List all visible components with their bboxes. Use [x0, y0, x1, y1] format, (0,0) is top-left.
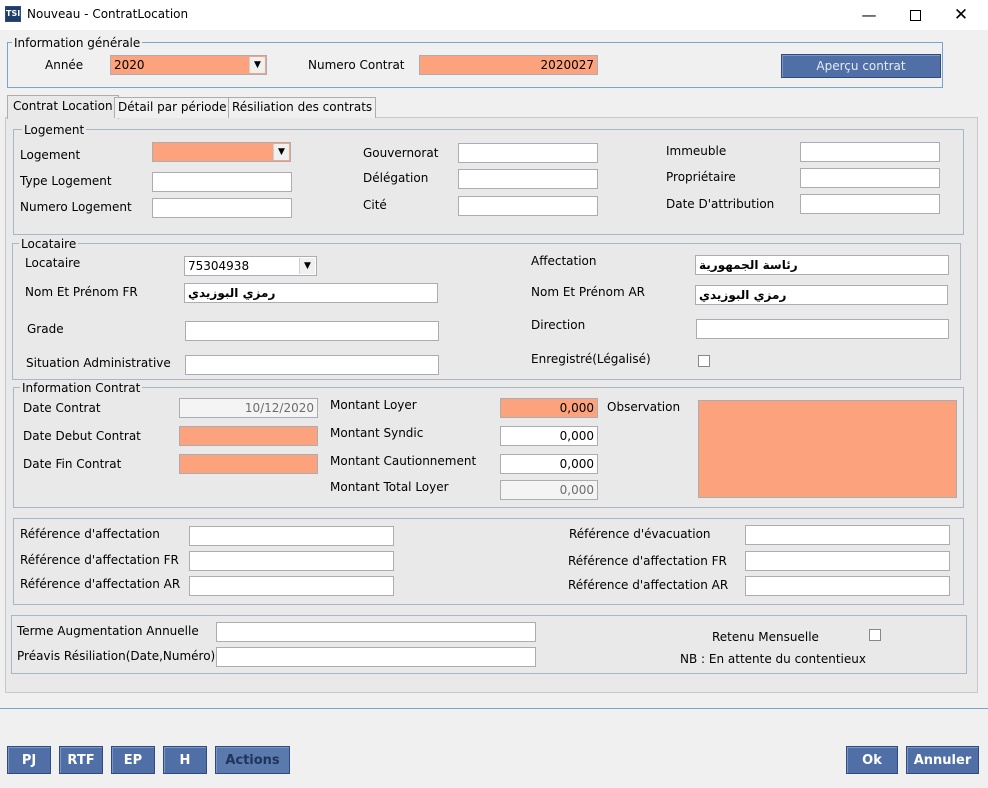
enregistre-checkbox[interactable] — [698, 355, 710, 367]
contrat-legend: Information Contrat — [20, 381, 143, 395]
tab-detail-par-periode[interactable]: Détail par période — [114, 97, 231, 118]
montant-caution-label: Montant Cautionnement — [330, 454, 477, 468]
numero-logement-label: Numero Logement — [20, 200, 132, 214]
ref-affectation-ar-label: Référence d'affectation AR — [20, 577, 181, 591]
pj-button[interactable]: PJ — [7, 746, 51, 774]
ref-evacuation-label: Référence d'évacuation — [569, 527, 711, 541]
nom-ar-field[interactable]: رمزي البوزيدي — [695, 285, 948, 305]
app-icon: TSI — [5, 6, 21, 22]
minimize-icon[interactable]: — — [846, 0, 892, 30]
preavis-resiliation-field[interactable] — [216, 647, 536, 667]
annee-label: Année — [45, 58, 84, 72]
affectation-field[interactable]: رئاسة الجمهورية — [695, 255, 949, 275]
montant-loyer-field[interactable]: 0,000 — [500, 398, 598, 418]
immeuble-field[interactable] — [800, 142, 940, 162]
montant-syndic-field[interactable]: 0,000 — [500, 426, 598, 446]
affectation-label: Affectation — [531, 254, 597, 268]
actions-button[interactable]: Actions — [215, 746, 290, 774]
logement-label: Logement — [20, 148, 81, 162]
terme-augmentation-field[interactable] — [216, 622, 536, 642]
chevron-down-icon[interactable]: ▼ — [249, 57, 265, 73]
immeuble-label: Immeuble — [666, 144, 727, 158]
ref-affectation-ar-field[interactable] — [189, 576, 394, 596]
maximize-icon[interactable] — [892, 0, 938, 30]
ref-affectation-fr-field[interactable] — [189, 551, 394, 571]
montant-total-label: Montant Total Loyer — [330, 480, 449, 494]
observation-label: Observation — [607, 400, 681, 414]
date-fin-field[interactable] — [179, 454, 318, 474]
chevron-down-icon[interactable]: ▼ — [299, 258, 315, 274]
direction-label: Direction — [531, 318, 586, 332]
ref-evacuation-field[interactable] — [745, 525, 950, 545]
ref-affectation-field[interactable] — [189, 526, 394, 546]
numero-logement-field[interactable] — [152, 198, 292, 218]
annee-dropdown[interactable]: 2020 ▼ — [110, 55, 267, 75]
retenu-mensuelle-label: Retenu Mensuelle — [712, 630, 819, 644]
date-contrat-field[interactable]: 10/12/2020 — [179, 398, 318, 418]
annuler-button[interactable]: Annuler — [906, 746, 979, 774]
numero-contrat-field[interactable]: 2020027 — [419, 55, 598, 75]
terme-augmentation-label: Terme Augmentation Annuelle — [17, 624, 199, 638]
chevron-down-icon[interactable]: ▼ — [273, 144, 289, 160]
locataire-value: 75304938 — [188, 259, 250, 273]
locataire-dropdown[interactable]: 75304938 ▼ — [184, 256, 317, 276]
type-logement-label: Type Logement — [20, 174, 112, 188]
ref-evac-affectation-ar-label: Référence d'affectation AR — [568, 578, 729, 592]
grade-field[interactable] — [185, 321, 439, 341]
montant-syndic-label: Montant Syndic — [330, 426, 424, 440]
date-debut-label: Date Debut Contrat — [23, 429, 141, 443]
montant-loyer-label: Montant Loyer — [330, 398, 417, 412]
annee-value: 2020 — [114, 58, 145, 72]
ok-button[interactable]: Ok — [846, 746, 898, 774]
ref-evac-affectation-fr-field[interactable] — [745, 551, 950, 571]
h-button[interactable]: H — [163, 746, 207, 774]
nom-ar-label: Nom Et Prénom AR — [531, 285, 645, 299]
footer-divider — [0, 708, 988, 709]
ref-affectation-label: Référence d'affectation — [20, 527, 160, 541]
ref-affectation-fr-label: Référence d'affectation FR — [20, 553, 179, 567]
proprietaire-field[interactable] — [800, 168, 940, 188]
date-contrat-label: Date Contrat — [23, 401, 101, 415]
window-title: Nouveau - ContratLocation — [27, 7, 189, 21]
date-attribution-label: Date D'attribution — [666, 197, 775, 211]
date-fin-label: Date Fin Contrat — [23, 457, 122, 471]
proprietaire-label: Propriétaire — [666, 170, 736, 184]
rtf-button[interactable]: RTF — [59, 746, 103, 774]
situation-field[interactable] — [185, 355, 439, 375]
grade-label: Grade — [27, 322, 64, 336]
locataire-label: Locataire — [25, 256, 81, 270]
close-icon[interactable]: ✕ — [938, 0, 984, 30]
montant-total-field: 0,000 — [500, 480, 598, 500]
cite-field[interactable] — [458, 196, 598, 216]
retenu-mensuelle-checkbox[interactable] — [869, 629, 881, 641]
type-logement-field[interactable] — [152, 172, 292, 192]
nom-fr-field[interactable]: رمزي البوزيدي — [184, 283, 438, 303]
logement-legend: Logement — [22, 123, 87, 137]
tab-resiliation[interactable]: Résiliation des contrats — [228, 97, 377, 118]
locataire-legend: Locataire — [19, 237, 79, 251]
logement-dropdown[interactable]: ▼ — [152, 142, 291, 162]
numero-contrat-label: Numero Contrat — [308, 58, 405, 72]
nb-contentieux-text: NB : En attente du contentieux — [680, 652, 866, 666]
date-attribution-field[interactable] — [800, 194, 940, 214]
gouvernorat-label: Gouvernorat — [363, 146, 439, 160]
observation-textarea[interactable] — [698, 400, 957, 498]
nom-fr-label: Nom Et Prénom FR — [25, 285, 138, 299]
tab-contrat-location[interactable]: Contrat Location — [7, 95, 119, 119]
situation-label: Situation Administrative — [26, 356, 171, 370]
cite-label: Cité — [363, 198, 387, 212]
ep-button[interactable]: EP — [111, 746, 155, 774]
enregistre-label: Enregistré(Légalisé) — [531, 352, 651, 366]
preavis-resiliation-label: Préavis Résiliation(Date,Numéro) — [17, 649, 216, 663]
ref-evac-affectation-fr-label: Référence d'affectation FR — [568, 554, 727, 568]
general-info-legend: Information générale — [12, 36, 143, 50]
gouvernorat-field[interactable] — [458, 143, 598, 163]
montant-caution-field[interactable]: 0,000 — [500, 454, 598, 474]
direction-field[interactable] — [696, 319, 949, 339]
ref-evac-affectation-ar-field[interactable] — [745, 576, 950, 596]
delegation-label: Délégation — [363, 171, 429, 185]
date-debut-field[interactable] — [179, 426, 318, 446]
delegation-field[interactable] — [458, 169, 598, 189]
apercu-contrat-button[interactable]: Aperçu contrat — [781, 54, 941, 78]
